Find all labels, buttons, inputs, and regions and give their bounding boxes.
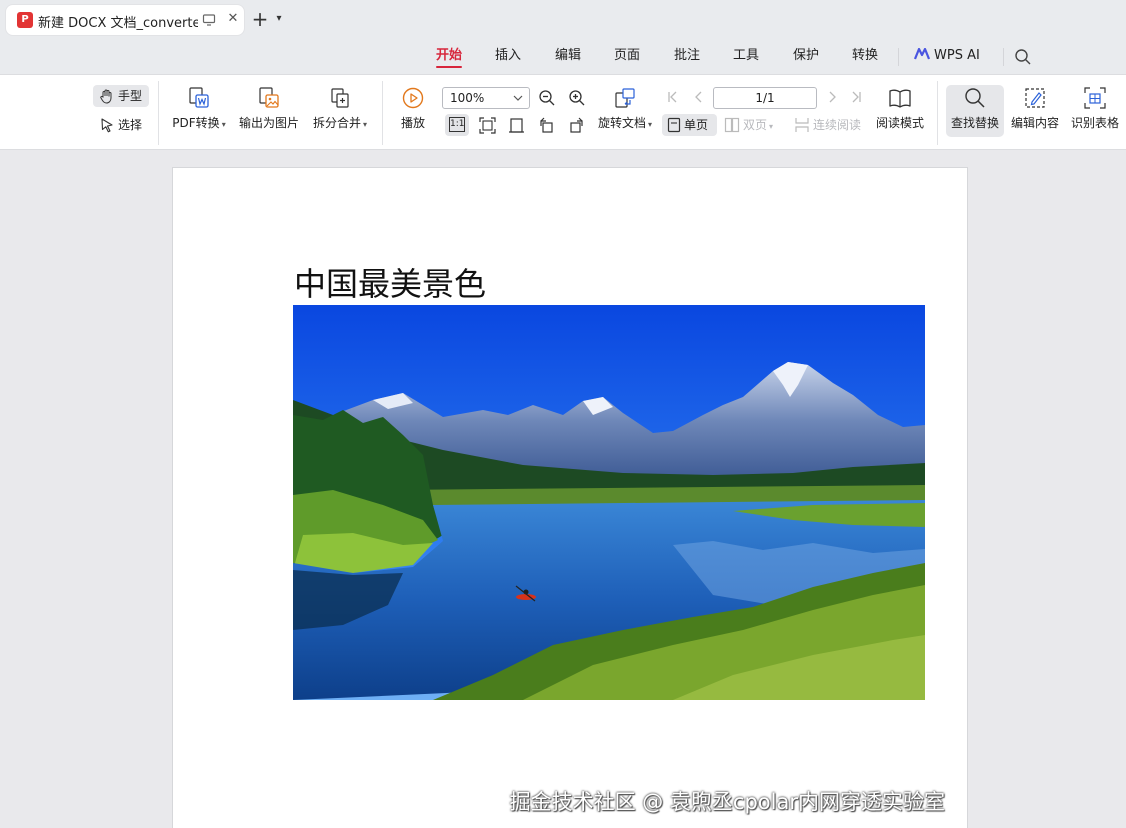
- chevron-down-icon: ▾: [221, 120, 226, 129]
- tab-convert[interactable]: 转换: [852, 48, 878, 68]
- wps-ai-icon: [914, 48, 930, 60]
- actual-size-icon: 1:1: [449, 117, 465, 132]
- zoom-value: 100%: [450, 91, 485, 105]
- new-tab-icon[interactable]: +: [250, 8, 270, 30]
- menu-divider: [898, 48, 899, 66]
- find-replace-label: 查找替换: [950, 116, 999, 130]
- page-number-input[interactable]: 1/1: [713, 87, 817, 109]
- ribbon-toolbar: 手型 选择 PDF转换 ▾ 输出为图片 拆分合并 ▾ 播放 100% 1:1 旋转文…: [0, 74, 1126, 150]
- document-heading: 中国最美景色: [294, 265, 487, 303]
- ribbon-divider: [937, 81, 938, 145]
- zoom-in-icon[interactable]: [568, 89, 586, 107]
- split-merge-button[interactable]: 拆分合并 ▾: [310, 86, 370, 131]
- document-page: 中国最美景色 掘金技术社区 @ 袁煦丞cpolar内网穿透实验室: [173, 168, 967, 828]
- wps-ai-button[interactable]: WPS AI: [914, 48, 980, 64]
- first-page-icon[interactable]: [666, 90, 680, 104]
- rotate-document-icon: [615, 88, 635, 108]
- tab-page[interactable]: 页面: [614, 48, 640, 68]
- recognize-table-button[interactable]: 识别表格: [1070, 86, 1120, 131]
- wps-ai-label: WPS AI: [934, 48, 980, 63]
- tab-insert[interactable]: 插入: [495, 48, 521, 68]
- edit-content-label: 编辑内容: [1010, 116, 1059, 130]
- split-merge-label: 拆分合并: [312, 116, 361, 130]
- tab-tools[interactable]: 工具: [733, 48, 759, 68]
- export-image-icon: [259, 87, 279, 108]
- cursor-arrow-icon: [101, 118, 113, 133]
- hand-icon: [100, 89, 112, 104]
- single-page-icon: [667, 117, 681, 133]
- ribbon-divider: [158, 81, 159, 145]
- reading-mode-button[interactable]: 阅读模式: [874, 86, 926, 131]
- single-page-button[interactable]: 单页: [662, 114, 717, 136]
- rotate-document-label: 旋转文档: [597, 116, 646, 130]
- continuous-reading-icon: [795, 118, 809, 132]
- pdf-convert-label: PDF转换: [172, 116, 220, 130]
- menu-bar: 开始 插入 编辑 页面 批注 工具 保护 转换 WPS AI: [0, 40, 1126, 74]
- tab-start[interactable]: 开始: [436, 48, 463, 68]
- open-book-icon: [889, 89, 911, 108]
- last-page-icon[interactable]: [849, 90, 863, 104]
- menu-divider: [1003, 48, 1004, 66]
- document-viewport[interactable]: 中国最美景色 掘金技术社区 @ 袁煦丞cpolar内网穿透实验室: [0, 150, 1126, 828]
- split-merge-icon: [331, 88, 349, 108]
- continuous-reading-button[interactable]: 连续阅读: [794, 114, 861, 136]
- select-tool-label: 选择: [118, 118, 143, 132]
- chevron-down-icon: ▾: [363, 120, 368, 129]
- monitor-icon[interactable]: [202, 13, 216, 27]
- recognize-table-label: 识别表格: [1070, 116, 1119, 130]
- rotate-right-icon[interactable]: [568, 117, 585, 134]
- title-bar: P 新建 DOCX 文档_converted ✕ + ▾: [0, 0, 1126, 40]
- landscape-photo: [293, 305, 925, 700]
- next-page-icon[interactable]: [825, 90, 839, 104]
- page-indicator: 1/1: [755, 91, 775, 105]
- pdf-to-word-icon: [189, 87, 209, 108]
- wps-pdf-logo-icon: P: [17, 12, 33, 28]
- chevron-down-icon: ▾: [769, 122, 774, 131]
- zoom-out-icon[interactable]: [538, 89, 556, 107]
- zoom-select[interactable]: 100%: [442, 87, 530, 109]
- document-tab[interactable]: P 新建 DOCX 文档_converted ✕: [6, 5, 244, 35]
- continuous-reading-label: 连续阅读: [813, 118, 862, 132]
- tab-title: 新建 DOCX 文档_converted: [38, 16, 198, 31]
- search-icon[interactable]: [1014, 48, 1032, 66]
- hand-tool-label: 手型: [118, 89, 143, 103]
- play-icon: [402, 87, 424, 109]
- double-page-icon: [724, 117, 740, 133]
- tab-list-chevron-icon[interactable]: ▾: [272, 9, 286, 29]
- edit-content-icon: [1025, 88, 1045, 108]
- hand-tool-button[interactable]: 手型: [93, 85, 149, 107]
- edit-content-button[interactable]: 编辑内容: [1010, 86, 1060, 131]
- actual-size-button[interactable]: 1:1: [445, 114, 469, 136]
- reading-mode-label: 阅读模式: [875, 116, 924, 130]
- export-image-button[interactable]: 输出为图片: [238, 86, 300, 131]
- tab-edit[interactable]: 编辑: [555, 48, 581, 68]
- single-page-label: 单页: [684, 118, 709, 132]
- recognize-table-icon: [1084, 87, 1106, 109]
- rotate-document-button[interactable]: 旋转文档 ▾: [594, 86, 656, 131]
- fit-page-icon[interactable]: [479, 117, 496, 134]
- tab-protect[interactable]: 保护: [793, 48, 819, 68]
- tab-comment[interactable]: 批注: [674, 48, 700, 68]
- fit-width-icon[interactable]: [508, 117, 525, 134]
- rotate-left-icon[interactable]: [538, 117, 555, 134]
- play-button[interactable]: 播放: [396, 86, 430, 131]
- close-tab-icon[interactable]: ✕: [225, 11, 241, 27]
- double-page-button[interactable]: 双页 ▾: [724, 114, 773, 136]
- double-page-label: 双页: [743, 118, 768, 132]
- select-tool-button[interactable]: 选择: [99, 114, 142, 136]
- chevron-down-icon: [513, 95, 523, 101]
- previous-page-icon[interactable]: [692, 90, 706, 104]
- search-icon: [965, 88, 985, 108]
- export-image-label: 输出为图片: [238, 116, 299, 130]
- ribbon-divider: [382, 81, 383, 145]
- chevron-down-icon: ▾: [648, 120, 653, 129]
- find-replace-button[interactable]: 查找替换: [946, 85, 1004, 137]
- play-label: 播放: [400, 116, 425, 130]
- watermark-text: 掘金技术社区 @ 袁煦丞cpolar内网穿透实验室: [509, 790, 945, 814]
- pdf-convert-button[interactable]: PDF转换 ▾: [170, 86, 228, 131]
